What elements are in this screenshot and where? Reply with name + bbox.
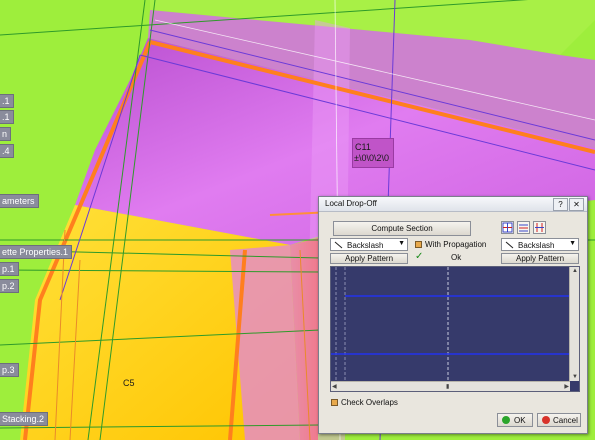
tree-node-label[interactable]: n — [0, 127, 12, 141]
left-pattern-value: Backslash — [347, 241, 384, 250]
tree-node-label[interactable]: p.2 — [0, 279, 19, 293]
ok-button-label: OK — [514, 416, 526, 425]
tree-node-label[interactable]: .4 — [0, 144, 14, 158]
vertical-scrollbar[interactable]: ▲ ▼ — [569, 267, 579, 381]
apply-pattern-right-button[interactable]: Apply Pattern — [501, 253, 579, 264]
section-preview-graph[interactable]: ▲ ▼ ◀ ▮ ▶ — [330, 266, 580, 392]
tree-node-label[interactable]: .1 — [0, 94, 14, 108]
ok-status-label: Ok — [451, 253, 462, 262]
section-lines-icon[interactable] — [517, 221, 530, 234]
cancel-icon — [542, 416, 550, 424]
dropdown-arrow-icon: ▼ — [569, 240, 576, 247]
left-pattern-select[interactable]: Backslash ▼ — [330, 238, 408, 251]
local-drop-off-dialog: Local Drop-Off ? ✕ Compute Section Backs… — [318, 196, 588, 434]
with-propagation-label: With Propagation — [425, 240, 487, 249]
scroll-right-icon[interactable]: ▶ — [564, 383, 569, 390]
scroll-up-icon[interactable]: ▲ — [572, 268, 578, 274]
tree-node-label[interactable]: Stacking.2 — [0, 412, 49, 426]
split-view-icon[interactable] — [533, 221, 546, 234]
apply-pattern-left-button[interactable]: Apply Pattern — [330, 253, 408, 264]
scroll-thumb-icon[interactable]: ▮ — [446, 383, 449, 390]
scroll-down-icon[interactable]: ▼ — [572, 374, 578, 380]
grid-view-icon[interactable] — [501, 221, 514, 234]
tree-node-label[interactable]: .1 — [0, 110, 14, 124]
compute-section-button[interactable]: Compute Section — [333, 221, 471, 236]
close-button[interactable]: ✕ — [569, 198, 584, 211]
tree-node-label[interactable]: p.3 — [0, 363, 19, 377]
help-button[interactable]: ? — [553, 198, 568, 211]
right-pattern-select[interactable]: Backslash ▼ — [501, 238, 579, 251]
with-propagation-checkbox[interactable] — [415, 241, 422, 248]
ok-button[interactable]: OK — [497, 413, 533, 427]
tree-node-label[interactable]: p.1 — [0, 262, 19, 276]
backslash-pattern-icon — [334, 241, 343, 249]
check-overlaps-label: Check Overlaps — [341, 398, 398, 407]
tree-node-label[interactable]: ette Properties.1 — [0, 245, 73, 259]
propagation-group: With Propagation ✓ Ok — [411, 238, 495, 264]
cancel-button[interactable]: Cancel — [537, 413, 581, 427]
zone-c11-value: ±\0\0\2\0 — [354, 153, 389, 163]
check-mark-icon: ✓ — [415, 251, 424, 262]
scroll-left-icon[interactable]: ◀ — [332, 383, 337, 390]
zone-c5-label: C5 — [123, 378, 135, 388]
ok-icon — [502, 416, 510, 424]
dropdown-arrow-icon: ▼ — [398, 240, 405, 247]
check-overlaps-checkbox[interactable] — [331, 399, 338, 406]
tree-node-label[interactable]: ameters — [0, 194, 39, 208]
dialog-titlebar[interactable]: Local Drop-Off ? ✕ — [319, 197, 587, 212]
backslash-pattern-icon — [505, 241, 514, 249]
right-pattern-value: Backslash — [518, 241, 555, 250]
zone-c11-label: C11 — [355, 142, 371, 152]
dialog-title: Local Drop-Off — [325, 199, 377, 208]
cancel-button-label: Cancel — [553, 416, 578, 425]
horizontal-scrollbar[interactable]: ◀ ▮ ▶ — [331, 381, 570, 391]
